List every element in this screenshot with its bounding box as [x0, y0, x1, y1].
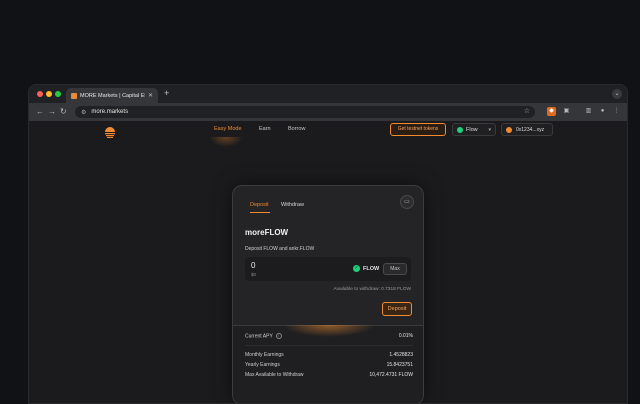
url-text: more.markets: [91, 109, 129, 115]
amount-usd: $0: [251, 272, 257, 277]
tab-search-button[interactable]: ⌄: [612, 89, 622, 99]
minimize-window-button[interactable]: [46, 91, 52, 97]
back-arrow-icon[interactable]: ←: [36, 106, 44, 118]
network-label: Flow: [466, 126, 478, 133]
maximize-window-button[interactable]: [55, 91, 61, 97]
available-to-withdraw: Available to withdraw: 0.7318 FLOW: [333, 287, 412, 292]
forward-arrow-icon[interactable]: →: [48, 106, 56, 118]
amount-value[interactable]: 0: [251, 261, 255, 270]
wallet-address: 0x1234...xyz: [516, 126, 545, 133]
more-markets-logo[interactable]: [103, 125, 117, 139]
deposit-card: Deposit Withdraw ▭ moreFLOW Deposit FLOW…: [232, 185, 424, 403]
monthly-earnings-label: Monthly Earnings: [245, 352, 284, 358]
current-apy-text: Current APY: [245, 333, 273, 340]
tab-close-icon[interactable]: ✕: [148, 92, 153, 99]
side-panel-icon[interactable]: ▥: [584, 107, 593, 116]
token-label: FLOW: [363, 265, 380, 272]
chevron-down-icon: ▾: [488, 126, 491, 133]
bookmark-star-icon[interactable]: ☆: [524, 106, 530, 118]
current-apy-value: 0.01%: [398, 333, 413, 339]
wallet-button[interactable]: 0x1234...xyz: [501, 123, 553, 136]
vault-title: moreFLOW: [245, 228, 289, 237]
reload-icon[interactable]: ↻: [60, 106, 67, 118]
tab-title: MORE Markets | Capital Effic: [80, 92, 145, 99]
browser-window: MORE Markets | Capital Effic ✕ + ⌄ ← → ↻…: [28, 84, 628, 404]
extension-metamask-icon[interactable]: ◆: [547, 107, 556, 116]
yearly-earnings-label: Yearly Earnings: [245, 362, 280, 368]
site-favicon-icon: [71, 92, 77, 99]
token-selector[interactable]: ✓ FLOW: [353, 265, 379, 272]
current-apy-label: Current APY i: [245, 333, 282, 339]
stats-panel: Current APY i 0.01% Monthly Earnings 1.45…: [233, 326, 423, 403]
tab-withdraw[interactable]: Withdraw: [281, 202, 304, 208]
desktop: MORE Markets | Capital Effic ✕ + ⌄ ← → ↻…: [0, 0, 640, 404]
browser-tab[interactable]: MORE Markets | Capital Effic ✕: [66, 88, 158, 103]
max-button[interactable]: Max: [383, 263, 407, 275]
site-settings-icon[interactable]: ⚙: [81, 109, 86, 116]
yearly-earnings-value: 15.8423751: [386, 362, 413, 368]
browser-menu-icon[interactable]: ⋮: [612, 107, 621, 116]
card-accent-glow: [283, 325, 375, 337]
monthly-earnings-value: 1.4528823: [389, 352, 413, 358]
get-testnet-tokens-button[interactable]: Get testnet tokens: [390, 123, 446, 136]
info-icon[interactable]: i: [275, 333, 282, 339]
wallet-card-icon[interactable]: ▭: [400, 195, 414, 209]
nav-earn[interactable]: Earn: [259, 126, 271, 132]
nav-borrow[interactable]: Borrow: [288, 126, 305, 132]
amount-input[interactable]: 0 $0 ✓ FLOW Max: [245, 257, 411, 281]
deposit-button[interactable]: Deposit: [382, 302, 412, 316]
nav-active-glow: [209, 137, 243, 147]
address-bar[interactable]: ⚙ more.markets ☆: [75, 106, 535, 118]
page-content: Easy Mode Earn Borrow Get testnet tokens…: [29, 121, 627, 403]
max-withdraw-label: Max Available to Withdraw: [245, 372, 304, 378]
flow-network-icon: [457, 126, 463, 133]
max-withdraw-value: 10,472.4731 FLOW: [369, 372, 413, 378]
close-window-button[interactable]: [37, 91, 43, 97]
profile-icon[interactable]: ●: [598, 107, 607, 116]
flow-token-icon: ✓: [353, 265, 360, 272]
tab-strip: MORE Markets | Capital Effic ✕ + ⌄: [29, 85, 627, 103]
vault-subtitle: Deposit FLOW and ankr.FLOW: [245, 246, 315, 252]
wallet-avatar-icon: [506, 126, 512, 133]
new-tab-button[interactable]: +: [164, 88, 169, 98]
network-selector[interactable]: Flow ▾: [452, 123, 496, 136]
stats-separator: [245, 345, 413, 346]
nav-easy-mode[interactable]: Easy Mode: [214, 126, 242, 132]
tab-deposit[interactable]: Deposit: [250, 202, 269, 208]
active-tab-indicator: [250, 212, 270, 213]
extensions-puzzle-icon[interactable]: ▣: [562, 107, 571, 116]
browser-toolbar: ← → ↻ ⚙ more.markets ☆ ◆ ▣ ▥ ● ⋮: [29, 103, 627, 121]
